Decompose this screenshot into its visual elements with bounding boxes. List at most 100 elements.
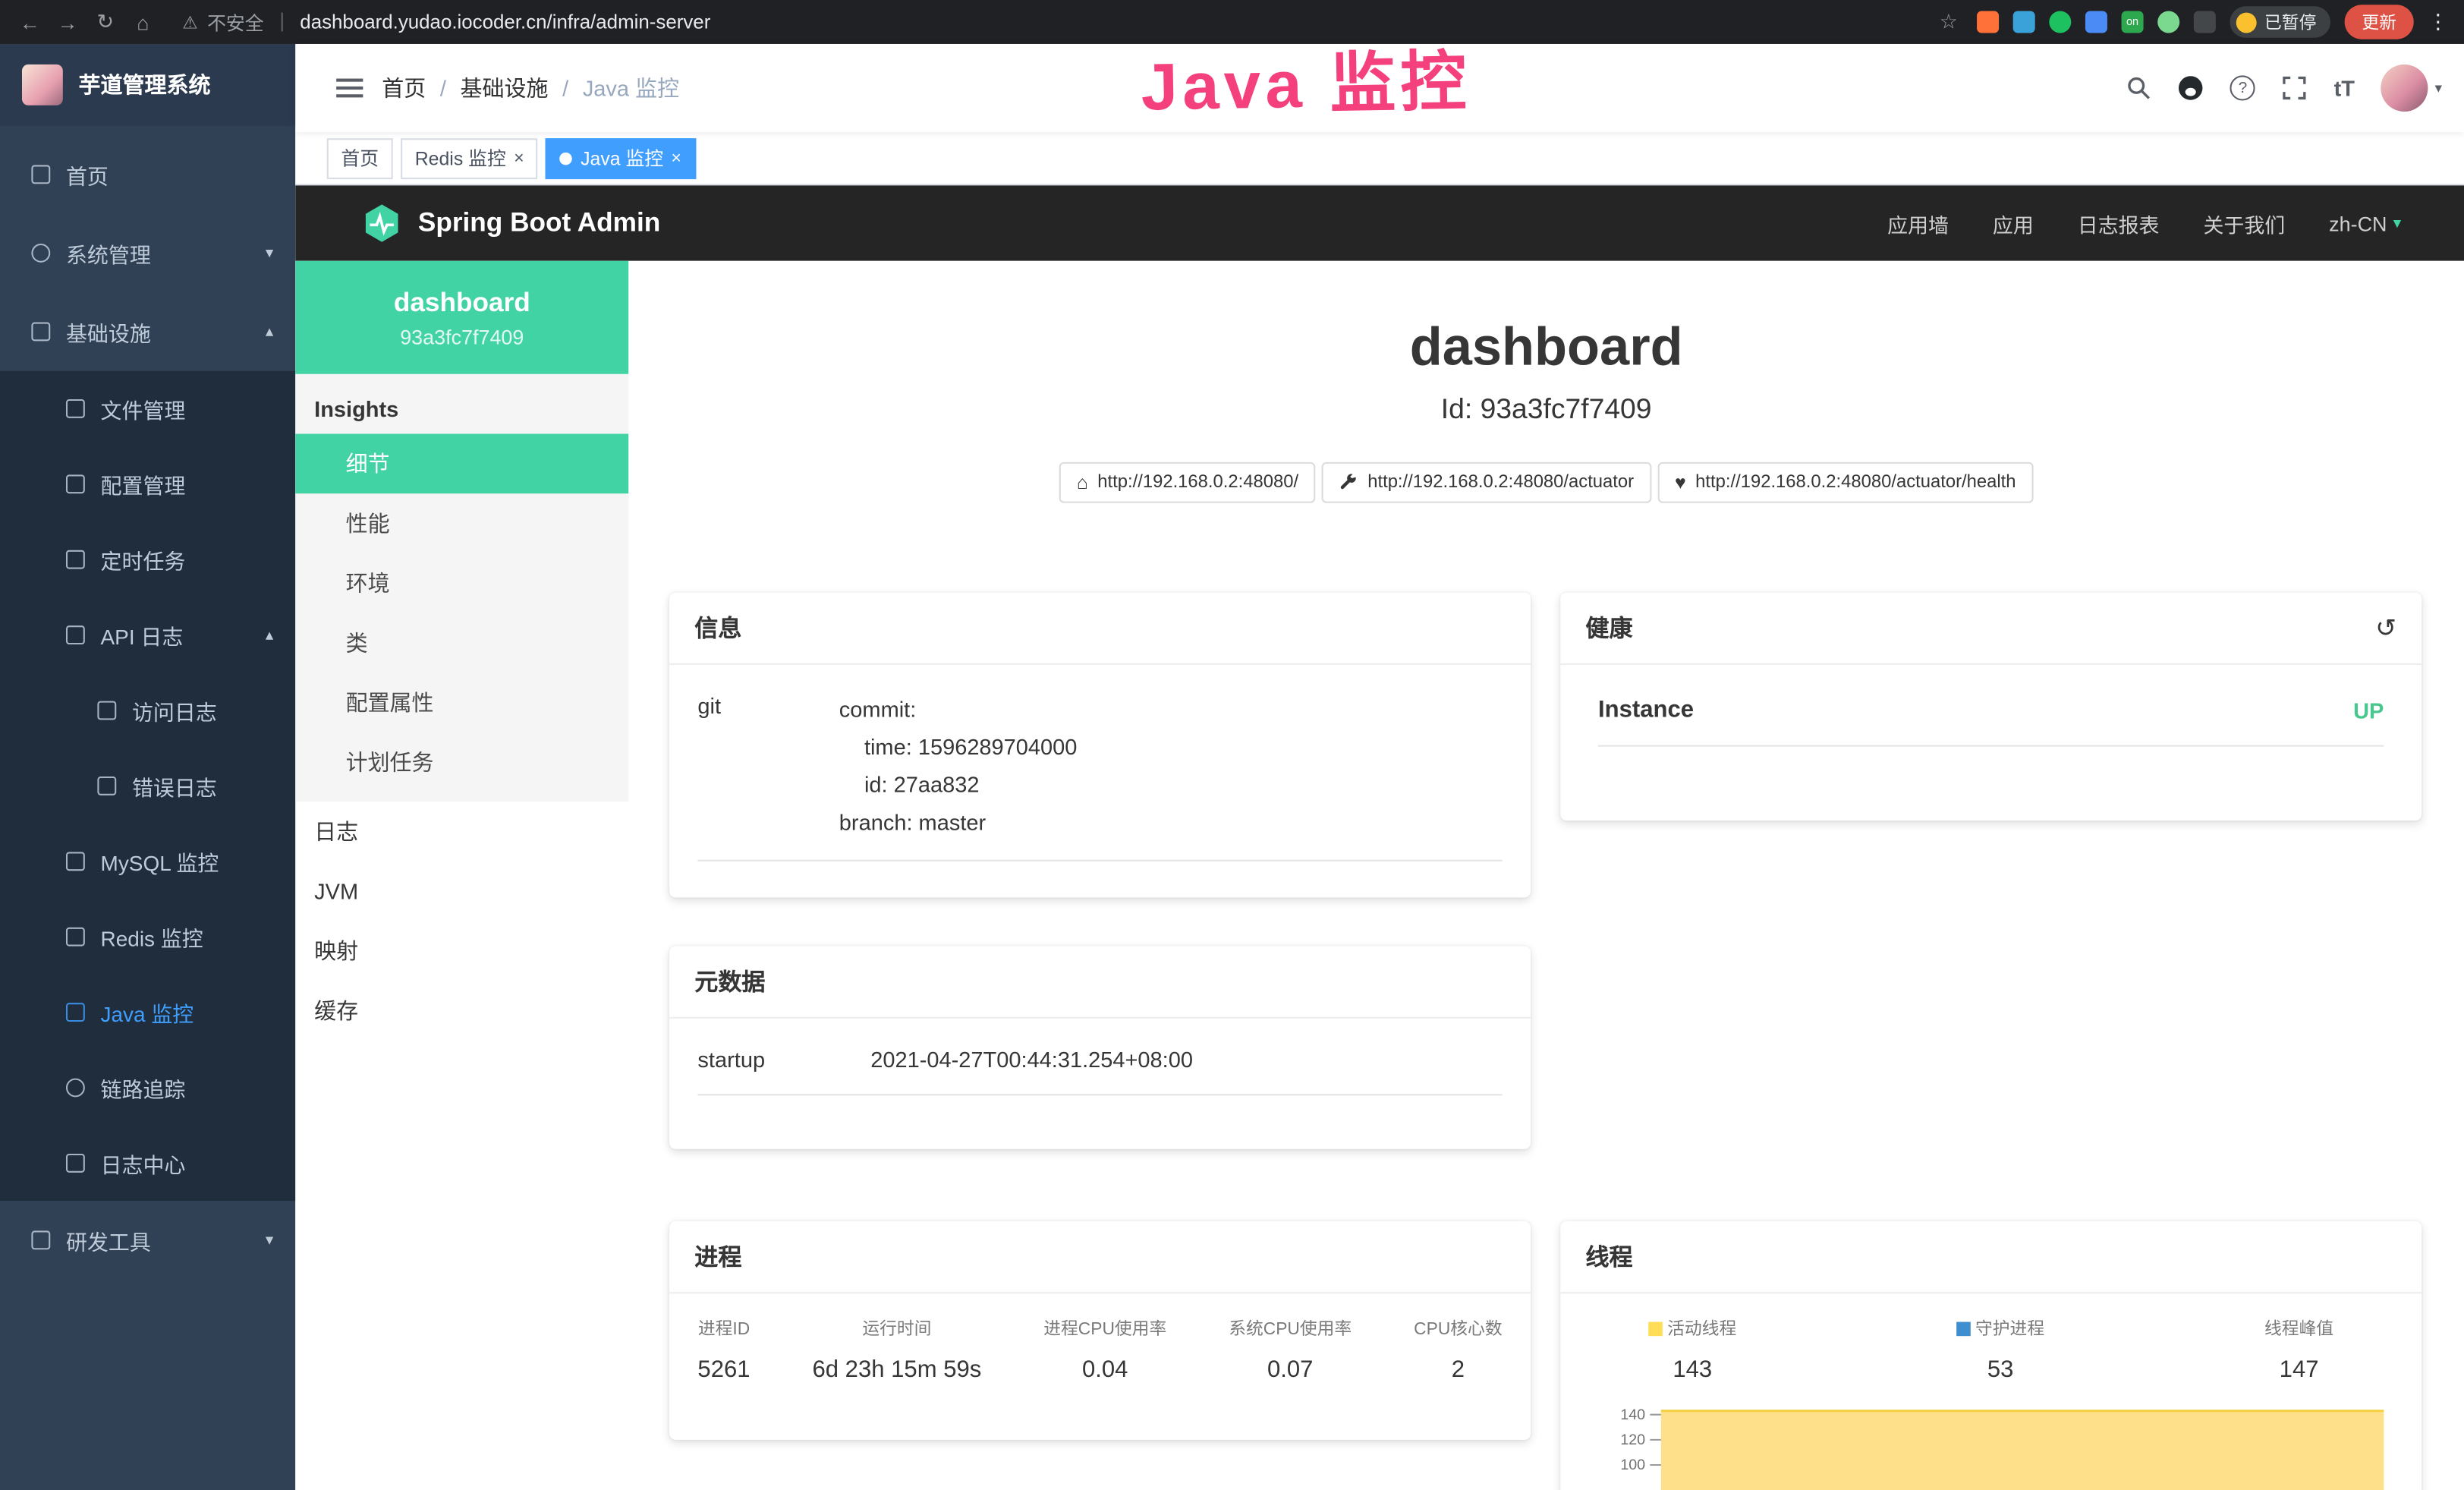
health-instance-label: Instance: [1598, 696, 1694, 723]
fullscreen-icon[interactable]: [2282, 75, 2307, 100]
extension-icon[interactable]: [2049, 11, 2071, 33]
extension-icon[interactable]: [2157, 11, 2179, 33]
forward-icon[interactable]: →: [53, 10, 81, 33]
threads-chart: 140 120 100: [1560, 1399, 2422, 1490]
extension-on-icon[interactable]: on: [2122, 11, 2144, 33]
sidebar-item-scheduled-task[interactable]: 定时任务: [0, 522, 295, 597]
sidebar-item-api-log[interactable]: API 日志 ▴: [0, 597, 295, 673]
sba-nav-about[interactable]: 关于我们: [2203, 208, 2285, 238]
sidebar-item-label: 配置管理: [101, 468, 186, 499]
sidebar-item-error-log[interactable]: 错误日志: [0, 748, 295, 824]
instance-header[interactable]: dashboard 93a3fc7f7409: [295, 261, 628, 374]
sba-brand[interactable]: Spring Boot Admin: [361, 203, 660, 244]
tab-home[interactable]: 首页: [327, 137, 393, 178]
sidebar-item-config-manage[interactable]: 配置管理: [0, 446, 295, 521]
error-log-icon: [97, 777, 116, 795]
health-card: 健康 ↺ Instance UP: [1560, 593, 2422, 821]
font-size-icon[interactable]: tT: [2334, 75, 2355, 100]
tab-label: 首页: [341, 145, 379, 172]
sidebar-item-home[interactable]: 首页: [0, 135, 295, 214]
browser-menu-icon[interactable]: ⋮: [2428, 9, 2448, 34]
app-title: 芋道管理系统: [79, 69, 211, 100]
extension-icon[interactable]: [1977, 11, 1999, 33]
chevron-down-icon: ▾: [266, 244, 273, 262]
git-commit-line: commit:: [839, 690, 1078, 728]
extension-icon[interactable]: [2194, 11, 2216, 33]
sidebar-item-java-monitor[interactable]: Java 监控: [0, 975, 295, 1050]
sba-menu-mappings[interactable]: 映射: [295, 921, 628, 981]
service-url-link[interactable]: ⌂ http://192.168.0.2:48080/: [1059, 462, 1316, 503]
sidebar-fold-icon[interactable]: [336, 74, 363, 102]
github-icon[interactable]: [2179, 75, 2204, 100]
sba-menu-caches[interactable]: 缓存: [295, 981, 628, 1041]
reload-icon[interactable]: ↻: [91, 9, 119, 34]
extension-icon[interactable]: [2085, 11, 2107, 33]
insights-group: Insights 细节 性能 环境 类 配置属性 计划任务: [295, 374, 628, 802]
sidebar-item-infrastructure[interactable]: 基础设施 ▴: [0, 292, 295, 371]
sba-menu-classes[interactable]: 类: [295, 613, 628, 673]
sidebar-item-system[interactable]: 系统管理 ▾: [0, 214, 295, 293]
tab-java-monitor[interactable]: Java 监控 ×: [546, 137, 696, 178]
sidebar-item-label: MySQL 监控: [101, 846, 219, 877]
sba-nav-applications[interactable]: 应用: [1993, 208, 2034, 238]
stat-system-cpu: 系统CPU使用率 0.07: [1229, 1315, 1352, 1383]
stat-process-cpu: 进程CPU使用率 0.04: [1043, 1315, 1166, 1383]
stat-value: 143: [1648, 1356, 1736, 1383]
sidebar-item-access-log[interactable]: 访问日志: [0, 673, 295, 748]
stat-daemon-threads: 守护进程 53: [1956, 1315, 2044, 1383]
sba-navbar: Spring Boot Admin 应用墙 应用 日志报表 关于我们 zh-CN…: [295, 185, 2464, 260]
y-tick-120: 120: [1620, 1432, 1645, 1448]
active-threads-area: [1661, 1411, 2384, 1490]
breadcrumb-item[interactable]: 基础设施: [461, 72, 549, 103]
sidebar-item-mysql-monitor[interactable]: MySQL 监控: [0, 824, 295, 899]
sidebar-item-log-center[interactable]: 日志中心: [0, 1126, 295, 1201]
app-logo[interactable]: 芋道管理系统: [0, 44, 295, 126]
access-log-icon: [97, 701, 116, 720]
search-icon[interactable]: [2126, 75, 2151, 100]
stat-label: 线程峰值: [2264, 1315, 2333, 1340]
user-menu[interactable]: ▾: [2381, 65, 2442, 112]
history-icon[interactable]: ↺: [2375, 613, 2396, 644]
home-icon[interactable]: ⌂: [129, 10, 157, 33]
breadcrumb-item[interactable]: 首页: [382, 72, 426, 103]
instance-name: dashboard: [394, 287, 530, 318]
avatar[interactable]: [2381, 65, 2428, 112]
sba-menu-jvm[interactable]: JVM: [295, 862, 628, 921]
git-time-line: time: 1596289704000: [839, 728, 1078, 766]
sidebar-item-redis-monitor[interactable]: Redis 监控: [0, 899, 295, 974]
sba-language-select[interactable]: zh-CN ▾: [2329, 212, 2401, 235]
chevron-up-icon: ▴: [266, 323, 273, 341]
close-icon[interactable]: ×: [514, 149, 524, 168]
profile-paused-badge[interactable]: 已暂停: [2230, 6, 2330, 37]
sba-menu-config-props[interactable]: 配置属性: [295, 673, 628, 732]
threads-card-title: 线程: [1560, 1221, 2422, 1293]
tab-redis-monitor[interactable]: Redis 监控 ×: [401, 137, 538, 178]
active-tab-dot: [560, 152, 573, 165]
sidebar-item-label: 文件管理: [101, 393, 186, 424]
extension-icon[interactable]: [2013, 11, 2035, 33]
sidebar-item-devtools[interactable]: 研发工具 ▾: [0, 1201, 295, 1280]
chevron-down-icon: ▾: [2393, 215, 2401, 232]
chrome-toolbar: ☆ on 已暂停 更新 ⋮: [1934, 5, 2448, 39]
address-bar[interactable]: ⚠ 不安全 dashboard.yudao.iocoder.cn/infra/a…: [182, 8, 1925, 35]
page-url[interactable]: dashboard.yudao.iocoder.cn/infra/admin-s…: [300, 11, 710, 33]
sba-menu-metrics[interactable]: 性能: [295, 493, 628, 553]
back-icon[interactable]: ←: [16, 10, 44, 33]
sba-menu-scheduled-tasks[interactable]: 计划任务: [295, 732, 628, 792]
metadata-value: 2021-04-27T00:44:31.254+08:00: [870, 1047, 1193, 1072]
sba-menu-logs[interactable]: 日志: [295, 802, 628, 862]
sba-nav-journal[interactable]: 日志报表: [2078, 208, 2160, 238]
sba-nav-wallboard[interactable]: 应用墙: [1887, 208, 1949, 238]
redis-icon: [66, 928, 85, 947]
sidebar-item-trace[interactable]: 链路追踪: [0, 1050, 295, 1125]
actuator-url-link[interactable]: http://192.168.0.2:48080/actuator: [1322, 462, 1651, 503]
sba-menu-environment[interactable]: 环境: [295, 553, 628, 613]
help-icon[interactable]: ?: [2230, 75, 2255, 100]
close-icon[interactable]: ×: [672, 149, 681, 168]
link-label: http://192.168.0.2:48080/actuator: [1367, 473, 1634, 492]
health-url-link[interactable]: ♥ http://192.168.0.2:48080/actuator/heal…: [1657, 462, 2033, 503]
update-button[interactable]: 更新: [2345, 5, 2414, 39]
sidebar-item-file-manage[interactable]: 文件管理: [0, 371, 295, 446]
sba-menu-details[interactable]: 细节: [295, 434, 628, 494]
bookmark-star-icon[interactable]: ☆: [1934, 9, 1962, 34]
